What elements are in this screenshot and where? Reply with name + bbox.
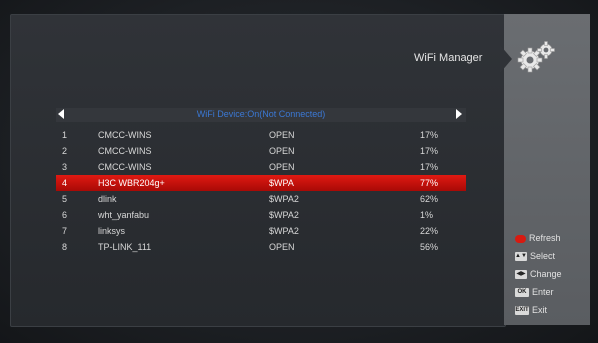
network-row[interactable]: 3 CMCC-WINS OPEN 17% bbox=[56, 159, 466, 175]
row-number: 8 bbox=[62, 242, 68, 252]
row-number: 7 bbox=[62, 226, 68, 236]
network-row[interactable]: 6 wht_yanfabu $WPA2 1% bbox=[56, 207, 466, 223]
key-legend: Refresh ▲▼ Select ◀▶ Change OK Enter EXIT Ex… bbox=[515, 232, 595, 322]
legend-change-label: Change bbox=[530, 269, 562, 279]
exit-key-icon: EXIT bbox=[515, 306, 529, 316]
legend-refresh[interactable]: Refresh bbox=[515, 232, 595, 250]
network-security: $WPA2 bbox=[269, 210, 299, 220]
network-row[interactable]: 5 dlink $WPA2 62% bbox=[56, 191, 466, 207]
title-pointer bbox=[500, 45, 512, 73]
network-ssid: dlink bbox=[98, 194, 117, 204]
network-ssid: CMCC-WINS bbox=[98, 146, 152, 156]
network-ssid: TP-LINK_111 bbox=[98, 242, 152, 252]
network-ssid: wht_yanfabu bbox=[98, 210, 150, 220]
row-number: 2 bbox=[62, 146, 68, 156]
network-ssid: H3C WBR204g+ bbox=[98, 178, 165, 188]
ok-key-icon: OK bbox=[515, 288, 529, 298]
legend-exit-label: Exit bbox=[532, 305, 548, 315]
network-row[interactable]: 7 linksys $WPA2 22% bbox=[56, 223, 466, 239]
network-signal: 17% bbox=[420, 162, 439, 172]
network-security: OPEN bbox=[269, 130, 295, 140]
network-security: OPEN bbox=[269, 162, 295, 172]
network-row[interactable]: 2 CMCC-WINS OPEN 17% bbox=[56, 143, 466, 159]
network-row[interactable]: 1 CMCC-WINS OPEN 17% bbox=[56, 127, 466, 143]
legend-enter[interactable]: OK Enter bbox=[515, 286, 595, 304]
red-key-icon bbox=[515, 234, 526, 243]
network-ssid: CMCC-WINS bbox=[98, 162, 152, 172]
network-signal: 17% bbox=[420, 146, 439, 156]
row-number: 3 bbox=[62, 162, 68, 172]
network-signal: 77% bbox=[420, 178, 439, 188]
legend-exit[interactable]: EXIT Exit bbox=[515, 304, 595, 322]
row-number: 4 bbox=[62, 178, 68, 188]
device-status-bar: WiFi Device:On(Not Connected) bbox=[56, 108, 466, 122]
legend-refresh-label: Refresh bbox=[529, 233, 561, 243]
network-security: OPEN bbox=[269, 242, 295, 252]
legend-enter-label: Enter bbox=[532, 287, 554, 297]
device-status-text: WiFi Device:On(Not Connected) bbox=[196, 109, 326, 119]
network-signal: 1% bbox=[420, 210, 434, 220]
row-number: 5 bbox=[62, 194, 68, 204]
network-security: $WPA2 bbox=[269, 226, 299, 236]
gear-icon bbox=[516, 40, 560, 76]
network-security: $WPA bbox=[269, 178, 294, 188]
network-security: OPEN bbox=[269, 146, 295, 156]
network-ssid: CMCC-WINS bbox=[98, 130, 152, 140]
network-ssid: linksys bbox=[98, 226, 126, 236]
network-row[interactable]: 8 TP-LINK_111 OPEN 56% bbox=[56, 239, 466, 255]
page-title: WiFi Manager bbox=[414, 52, 483, 64]
arrow-right-icon[interactable] bbox=[456, 109, 462, 119]
network-signal: 22% bbox=[420, 226, 439, 236]
network-signal: 62% bbox=[420, 194, 439, 204]
legend-change[interactable]: ◀▶ Change bbox=[515, 268, 595, 286]
network-list: 1 CMCC-WINS OPEN 17% 2 CMCC-WINS OPEN 17… bbox=[56, 127, 466, 255]
row-number: 6 bbox=[62, 210, 68, 220]
legend-select-label: Select bbox=[530, 251, 556, 261]
network-security: $WPA2 bbox=[269, 194, 299, 204]
network-signal: 56% bbox=[420, 242, 439, 252]
legend-select[interactable]: ▲▼ Select bbox=[515, 250, 595, 268]
row-number: 1 bbox=[62, 130, 68, 140]
up-down-key-icon: ▲▼ bbox=[515, 252, 527, 262]
network-signal: 17% bbox=[420, 130, 439, 140]
network-row-selected[interactable]: 4 H3C WBR204g+ $WPA 77% bbox=[56, 175, 466, 191]
left-right-key-icon: ◀▶ bbox=[515, 270, 527, 280]
